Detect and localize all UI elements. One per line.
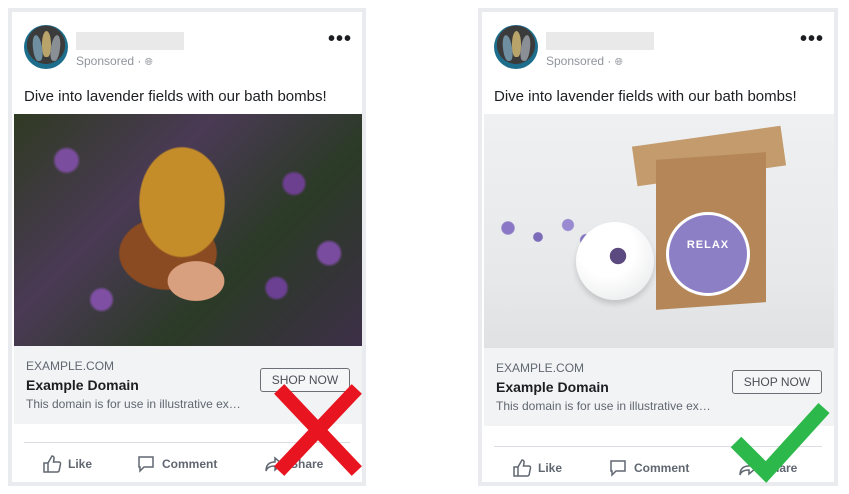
green-check-icon [730,402,830,483]
link-description: This domain is for use in illustrative e… [496,399,711,413]
shop-now-button[interactable]: SHOP NOW [732,370,822,394]
page-avatar[interactable] [494,25,538,69]
comment-label: Comment [162,457,218,471]
thumbs-up-icon [513,459,532,477]
page-avatar[interactable] [24,25,68,69]
globe-icon: 🌐︎ [614,57,623,68]
like-label: Like [68,457,93,471]
thumbs-up-icon [43,455,62,473]
sponsored-text: Sponsored · [546,54,615,68]
comment-icon [138,456,154,473]
like-button[interactable]: Like [42,454,92,474]
more-options-icon[interactable]: ••• [800,29,824,49]
comment-label: Comment [634,461,690,475]
ad-caption: Dive into lavender fields with our bath … [24,88,327,105]
sponsored-text: Sponsored · [76,54,145,68]
like-label: Like [538,461,563,475]
red-x-icon [274,384,362,476]
link-description: This domain is for use in illustrative e… [26,397,241,411]
link-headline: Example Domain [496,379,609,395]
comment-icon [610,460,626,477]
ad-caption: Dive into lavender fields with our bath … [494,88,797,105]
link-domain: EXAMPLE.COM [26,359,115,373]
page-name-redacted [546,32,654,50]
ad-image-woman-lavender[interactable] [14,114,362,346]
bath-bomb [576,222,654,300]
more-options-icon[interactable]: ••• [328,29,352,49]
ad-image-bath-bomb-product[interactable]: RELAX [484,114,834,348]
like-button[interactable]: Like [512,458,562,478]
link-domain: EXAMPLE.COM [496,361,585,375]
product-label: RELAX [666,212,750,296]
product-label-title: RELAX [686,239,730,251]
spoon-shape [519,34,532,62]
page-name-redacted [76,32,184,50]
globe-icon: 🌐︎ [144,57,153,68]
sponsored-label: Sponsored · 🌐︎ [76,54,153,68]
comment-button[interactable]: Comment [608,458,689,478]
spoon-shape [49,34,62,62]
comment-button[interactable]: Comment [136,454,217,474]
link-headline: Example Domain [26,377,139,393]
sponsored-label: Sponsored · 🌐︎ [546,54,623,68]
